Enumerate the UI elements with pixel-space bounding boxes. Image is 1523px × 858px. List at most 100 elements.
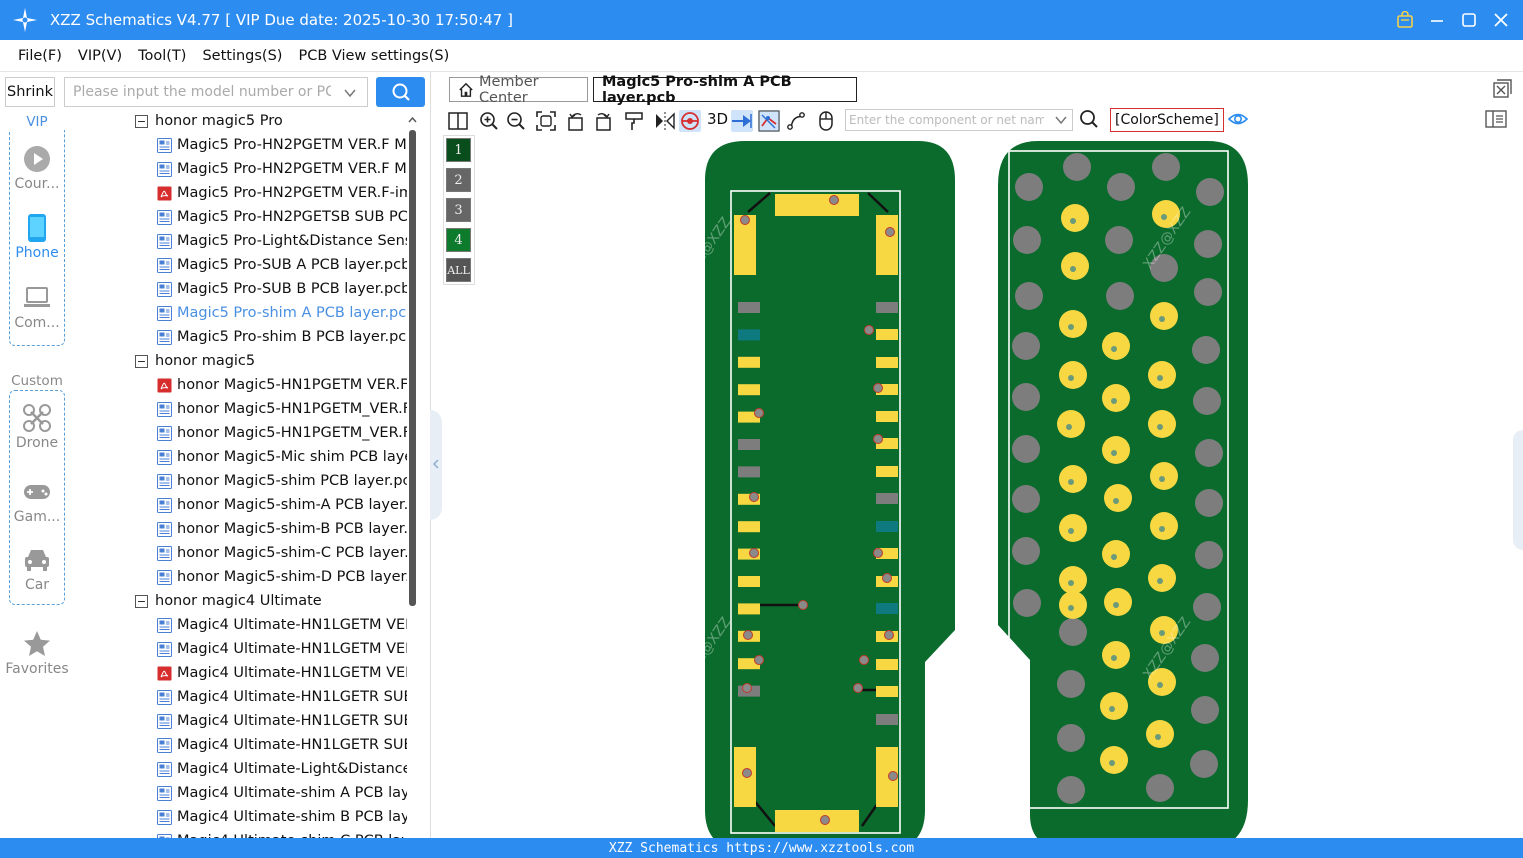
pad [876, 714, 898, 725]
shrink-button[interactable]: Shrink [5, 77, 55, 107]
tree-file[interactable]: honor Magic5-shim PCB layer.pcb [157, 469, 407, 493]
close-button[interactable] [1487, 6, 1515, 34]
rail-item-computer[interactable]: Com... [0, 283, 74, 331]
tree-file[interactable]: honor Magic5-HN1PGETM VER.F im [157, 373, 407, 397]
zoom-in-button[interactable] [478, 110, 500, 132]
tab-member-center[interactable]: Member Center [449, 74, 588, 106]
tree-file-label: honor Magic5-Mic shim PCB layer. [177, 449, 407, 465]
model-search-input[interactable] [73, 84, 331, 100]
maximize-button[interactable] [1455, 6, 1483, 34]
tree-file[interactable]: Magic4 Ultimate-HN1LGETR SUB C [157, 733, 407, 757]
tree-file[interactable]: Magic5 Pro-SUB A PCB layer.pcb [157, 253, 407, 277]
mouse-mode-button[interactable] [815, 110, 837, 132]
tree-file[interactable]: Magic4 Ultimate-shim C PCB layer [157, 829, 407, 838]
tree-file[interactable]: honor Magic5-shim-A PCB layer.pc [157, 493, 407, 517]
net-search-button[interactable] [1079, 109, 1101, 131]
format-brush-button[interactable] [623, 110, 645, 132]
tree-file[interactable]: honor Magic5-shim-C PCB layer.pc [157, 541, 407, 565]
close-all-tabs-icon[interactable] [1492, 79, 1512, 99]
layer-button-2[interactable]: 2 [446, 168, 471, 192]
menu-vip[interactable]: VIP(V) [70, 48, 130, 64]
ball-pad [1146, 774, 1174, 802]
fit-view-button[interactable] [535, 110, 557, 132]
menu-settings[interactable]: Settings(S) [194, 48, 290, 64]
scroll-up-icon[interactable] [408, 115, 417, 125]
tree-group[interactable]: − honor magic4 Ultimate [135, 589, 322, 613]
tree-file[interactable]: Magic4 Ultimate-HN1LGETR SUB A [157, 685, 407, 709]
tree-file[interactable]: Magic4 Ultimate-shim B PCB layer. [157, 805, 407, 829]
custom-label: Custom [9, 373, 65, 389]
rail-item-car[interactable]: Car [0, 545, 74, 593]
pcb-file-icon [157, 737, 172, 753]
collapse-toggle-icon[interactable]: − [135, 594, 148, 608]
tree-file[interactable]: Magic5 Pro-HN2PGETSB SUB PCB [157, 205, 407, 229]
tree-file[interactable]: Magic4 Ultimate-HN1LGETM VER.F [157, 637, 407, 661]
layer-button-1[interactable]: 1 [446, 138, 471, 162]
via [864, 325, 874, 335]
tree-file[interactable]: honor Magic5-Mic shim PCB layer. [157, 445, 407, 469]
tree-file[interactable]: Magic5 Pro-shim B PCB layer.pcb [157, 325, 407, 349]
chevron-down-icon[interactable] [1054, 113, 1068, 127]
tree-file[interactable]: Magic4 Ultimate-shim A PCB layer [157, 781, 407, 805]
tree-file[interactable]: Magic4 Ultimate-Light&Distance S [157, 757, 407, 781]
ball-pad [1013, 589, 1041, 617]
zoom-out-button[interactable] [505, 110, 527, 132]
pcb-board-view[interactable]: XZZ@XZZXZZ@XZZXZZ@XZZXZZ@XZZ [476, 135, 1523, 838]
layer-button-3[interactable]: 3 [446, 198, 471, 222]
color-scheme-button[interactable]: [ColorScheme] [1110, 108, 1224, 132]
net-search-input[interactable] [849, 113, 1044, 127]
pcb-canvas[interactable]: XZZ@XZZ XZZ@XZZ XZZ@XZZ XZZ@XZZ [476, 135, 1523, 838]
tree-file[interactable]: Magic5 Pro-Light&Distance Senso [157, 229, 407, 253]
collapse-panel-handle[interactable] [430, 410, 442, 520]
tree-file[interactable]: Magic4 Ultimate-HN1LGETR SUB B [157, 709, 407, 733]
mirror-button[interactable] [654, 110, 676, 132]
tree-file[interactable]: honor Magic5-shim-B PCB layer.pc [157, 517, 407, 541]
chevron-down-icon[interactable] [343, 86, 357, 100]
rail-item-favorites[interactable]: Favorites [0, 629, 74, 677]
ball-pad [1195, 439, 1223, 467]
search-button[interactable] [376, 77, 425, 107]
tree-file[interactable]: Magic5 Pro-HN2PGETM VER.F MB [157, 133, 407, 157]
tree-file[interactable]: honor Magic5-HN1PGETM_VER.F M [157, 421, 407, 445]
tree-file-selected[interactable]: Magic5 Pro-shim A PCB layer.pcb [157, 301, 407, 325]
ball-pad [1100, 692, 1128, 720]
side-panel-toggle-button[interactable] [1485, 109, 1507, 131]
minimize-button[interactable] [1423, 6, 1451, 34]
rail-item-courses[interactable]: Cour... [0, 144, 74, 192]
menu-pcb-view-settings[interactable]: PCB View settings(S) [290, 48, 457, 64]
menu-file[interactable]: File(F) [10, 48, 70, 64]
tree-file[interactable]: honor Magic5-HN1PGETM_VER.F M [157, 397, 407, 421]
net-highlight-button[interactable] [679, 110, 701, 132]
via [1068, 528, 1074, 534]
3d-view-button[interactable]: 3D [707, 110, 728, 128]
tree-file[interactable]: Magic4 Ultimate-HN1LGETM VER.F [157, 661, 407, 685]
tree-group[interactable]: − honor magic5 Pro [135, 111, 283, 133]
pin-mode-button[interactable] [731, 110, 753, 132]
rail-item-games[interactable]: Gam... [0, 477, 74, 525]
tree-group[interactable]: − honor magic5 [135, 349, 255, 373]
vip-bag-button[interactable] [1391, 6, 1419, 34]
trace-mode-button[interactable] [758, 110, 780, 132]
split-view-button[interactable] [447, 110, 469, 132]
tree-file[interactable]: Magic5 Pro-SUB B PCB layer.pcb [157, 277, 407, 301]
ball-pad [1013, 226, 1041, 254]
layer-button-all[interactable]: ALL [446, 258, 471, 282]
layer-button-4[interactable]: 4 [446, 228, 471, 252]
visibility-toggle-button[interactable] [1227, 109, 1249, 131]
tree-scroll-thumb[interactable] [409, 130, 416, 606]
tree-file[interactable]: Magic4 Ultimate-HN1LGETM VER.F [157, 613, 407, 637]
tree-file[interactable]: Magic5 Pro-HN2PGETM VER.F MB [157, 157, 407, 181]
shopping-bag-icon [1397, 11, 1413, 28]
rotate-right-button[interactable] [592, 110, 614, 132]
right-panel-handle[interactable] [1513, 430, 1523, 550]
collapse-toggle-icon[interactable]: − [135, 114, 148, 128]
collapse-toggle-icon[interactable]: − [135, 354, 148, 368]
rail-item-drone[interactable]: Drone [0, 403, 74, 451]
tab-active-pcb[interactable]: Magic5 Pro-shim A PCB layer.pcb [593, 74, 857, 106]
tree-file[interactable]: Magic5 Pro-HN2PGETM VER.F-ima [157, 181, 407, 205]
rotate-left-button[interactable] [565, 110, 587, 132]
rail-item-phone[interactable]: Phone [0, 213, 74, 261]
menu-tool[interactable]: Tool(T) [130, 48, 194, 64]
tree-file[interactable]: honor Magic5-shim-D PCB layer.pc [157, 565, 407, 589]
measure-button[interactable] [785, 110, 807, 132]
